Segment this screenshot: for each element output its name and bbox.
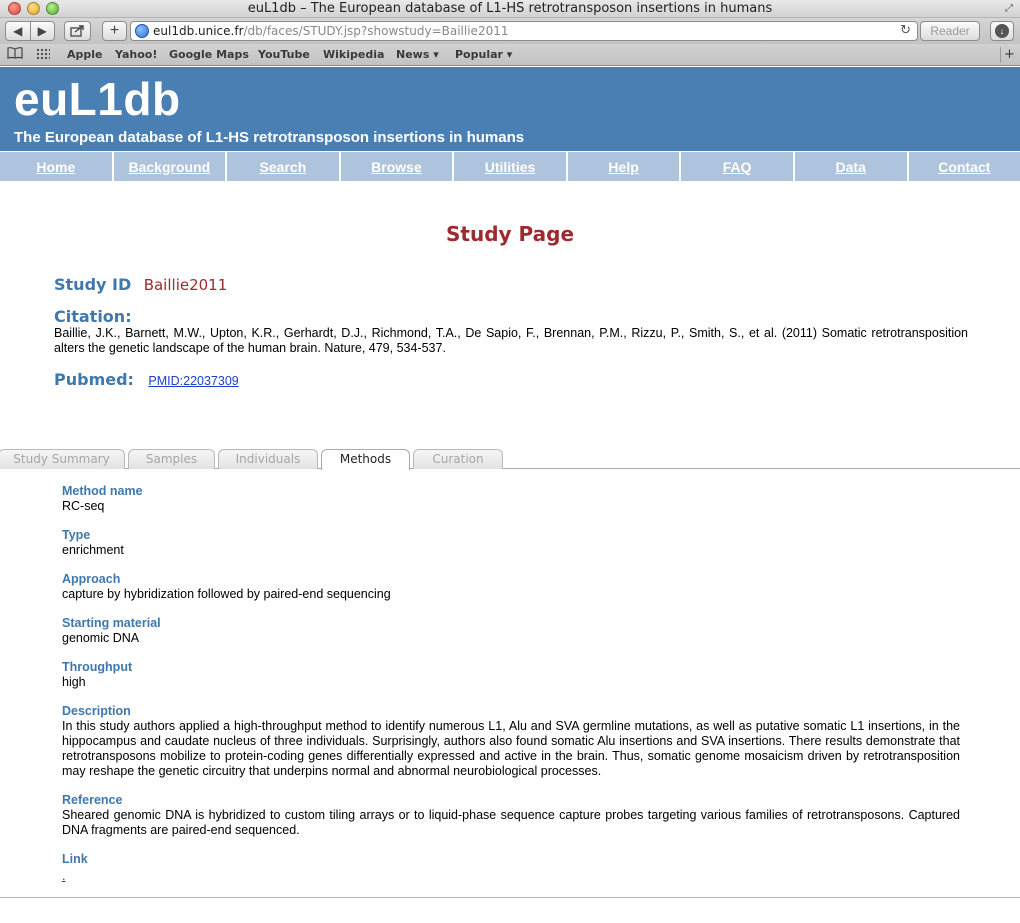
nav-item-search: Search bbox=[227, 152, 339, 181]
reload-icon[interactable]: ↻ bbox=[900, 22, 911, 40]
description-field: Description In this study authors applie… bbox=[62, 704, 960, 779]
starting-material-value: genomic DNA bbox=[62, 631, 140, 645]
method-name-field: Method name RC-seq bbox=[62, 484, 960, 514]
add-tab-icon[interactable]: + bbox=[1000, 47, 1018, 63]
link-label: Link bbox=[62, 852, 88, 866]
nav-item-contact: Contact bbox=[908, 152, 1020, 181]
nav-link-faq[interactable]: FAQ bbox=[723, 159, 752, 175]
approach-label: Approach bbox=[62, 572, 121, 586]
study-id-row: Study ID Baillie2011 bbox=[54, 275, 227, 295]
nav-item-background: Background bbox=[113, 152, 226, 181]
nav-link-help[interactable]: Help bbox=[608, 159, 638, 175]
starting-material-label: Starting material bbox=[62, 616, 161, 630]
study-tabs: Study Summary Samples Individuals Method… bbox=[0, 449, 1020, 470]
methods-panel: Method name RC-seq Type enrichment Appro… bbox=[62, 484, 960, 899]
share-icon bbox=[70, 25, 84, 37]
reference-label: Reference bbox=[62, 793, 123, 807]
nav-link-utilities[interactable]: Utilities bbox=[485, 159, 536, 175]
reference-field: Reference Sheared genomic DNA is hybridi… bbox=[62, 793, 960, 838]
pubmed-row: Pubmed: PMID:22037309 bbox=[54, 370, 239, 390]
window-title: euL1db – The European database of L1-HS … bbox=[247, 1, 773, 16]
bookmark-youtube[interactable]: YouTube bbox=[258, 48, 310, 61]
nav-item-utilities: Utilities bbox=[454, 152, 566, 181]
reading-list-icon[interactable] bbox=[7, 47, 23, 60]
nav-link-home[interactable]: Home bbox=[36, 159, 75, 175]
url-host: eul1db.unice.fr bbox=[153, 24, 244, 38]
browser-toolbar: ◀ ▶ + eul1db.unice.fr/db/faces/STUDY.jsp… bbox=[0, 18, 1020, 44]
download-icon: ↓ bbox=[995, 24, 1009, 38]
nav-link-search[interactable]: Search bbox=[260, 159, 307, 175]
nav-item-faq: FAQ bbox=[681, 152, 793, 181]
nav-item-browse: Browse bbox=[340, 152, 453, 181]
share-button[interactable] bbox=[64, 21, 91, 41]
description-value: In this study authors applied a high-thr… bbox=[62, 719, 960, 778]
nav-item-data: Data bbox=[794, 152, 907, 181]
main-nav: Home Background Search Browse Utilities … bbox=[0, 152, 1020, 182]
throughput-value: high bbox=[62, 675, 86, 689]
pubmed-label: Pubmed: bbox=[54, 370, 134, 389]
bookmark-wikipedia[interactable]: Wikipedia bbox=[323, 48, 384, 61]
top-sites-icon[interactable] bbox=[36, 48, 50, 60]
method-name-label: Method name bbox=[62, 484, 143, 498]
nav-item-help: Help bbox=[567, 152, 680, 181]
site-header: euL1db The European database of L1-HS re… bbox=[0, 67, 1020, 151]
page-title: Study Page bbox=[445, 222, 575, 246]
type-label: Type bbox=[62, 528, 91, 542]
nav-item-home: Home bbox=[0, 152, 112, 181]
description-label: Description bbox=[62, 704, 131, 718]
forward-icon[interactable]: ▶ bbox=[31, 24, 55, 38]
site-tagline: The European database of L1-HS retrotran… bbox=[14, 129, 525, 146]
citation-text: Baillie, J.K., Barnett, M.W., Upton, K.R… bbox=[54, 326, 968, 355]
tab-study-summary[interactable]: Study Summary bbox=[0, 449, 125, 469]
site-logo[interactable]: euL1db bbox=[14, 72, 181, 126]
bookmark-news[interactable]: News ▾ bbox=[396, 48, 439, 61]
throughput-label: Throughput bbox=[62, 660, 133, 674]
tab-individuals[interactable]: Individuals bbox=[218, 449, 318, 469]
bookmark-popular[interactable]: Popular ▾ bbox=[455, 48, 512, 61]
starting-material-field: Starting material genomic DNA bbox=[62, 616, 960, 646]
citation-label: Citation: bbox=[54, 307, 132, 326]
window-titlebar: euL1db – The European database of L1-HS … bbox=[0, 0, 1020, 18]
type-value: enrichment bbox=[62, 543, 124, 557]
type-field: Type enrichment bbox=[62, 528, 960, 558]
bookmarks-bar: Apple Yahoo! Google Maps YouTube Wikiped… bbox=[0, 44, 1020, 66]
nav-link-browse[interactable]: Browse bbox=[371, 159, 422, 175]
bookmark-apple[interactable]: Apple bbox=[67, 48, 103, 61]
tab-curation[interactable]: Curation bbox=[413, 449, 503, 469]
tab-samples[interactable]: Samples bbox=[128, 449, 215, 469]
address-bar[interactable]: eul1db.unice.fr/db/faces/STUDY.jsp?shows… bbox=[130, 21, 918, 41]
reference-value: Sheared genomic DNA is hybridized to cus… bbox=[62, 808, 960, 837]
back-forward-group: ◀ ▶ bbox=[5, 21, 55, 41]
globe-icon bbox=[135, 24, 149, 38]
url-path: /db/faces/STUDY.jsp?showstudy=Baillie201… bbox=[243, 24, 509, 38]
tab-methods[interactable]: Methods bbox=[321, 449, 410, 470]
link-field: Link . bbox=[62, 852, 960, 885]
study-id-label: Study ID bbox=[54, 275, 132, 294]
method-name-value: RC-seq bbox=[62, 499, 105, 513]
downloads-button[interactable]: ↓ bbox=[990, 21, 1014, 41]
add-bookmark-button[interactable]: + bbox=[102, 21, 127, 41]
nav-link-data[interactable]: Data bbox=[836, 159, 866, 175]
study-id-value: Baillie2011 bbox=[143, 276, 228, 294]
reader-button[interactable]: Reader bbox=[920, 21, 980, 41]
fullscreen-icon[interactable]: ⤢ bbox=[1005, 3, 1016, 14]
bookmark-yahoo[interactable]: Yahoo! bbox=[115, 48, 157, 61]
bookmark-google-maps[interactable]: Google Maps bbox=[169, 48, 249, 61]
footer-divider bbox=[0, 897, 1020, 898]
nav-link-contact[interactable]: Contact bbox=[938, 159, 990, 175]
pubmed-link[interactable]: PMID:22037309 bbox=[148, 374, 238, 388]
throughput-field: Throughput high bbox=[62, 660, 960, 690]
approach-field: Approach capture by hybridization follow… bbox=[62, 572, 960, 602]
approach-value: capture by hybridization followed by pai… bbox=[62, 587, 391, 601]
back-icon[interactable]: ◀ bbox=[6, 24, 30, 38]
nav-link-background[interactable]: Background bbox=[129, 159, 211, 175]
method-link[interactable]: . bbox=[62, 869, 65, 884]
